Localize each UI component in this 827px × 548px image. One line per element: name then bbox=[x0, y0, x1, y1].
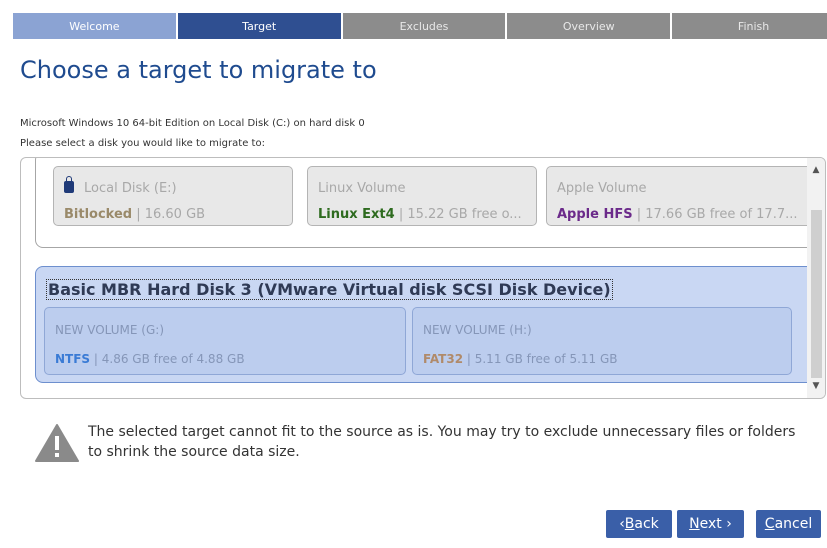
cancel-label: ancel bbox=[774, 516, 813, 532]
page-title: Choose a target to migrate to bbox=[20, 56, 377, 84]
select-prompt: Please select a disk you would like to m… bbox=[20, 138, 265, 149]
volume-fs-info: NTFS | 4.86 GB free of 4.88 GB bbox=[55, 352, 245, 366]
next-button[interactable]: Next › bbox=[677, 510, 744, 538]
vertical-scrollbar[interactable]: ▲ ▼ bbox=[807, 158, 825, 398]
chevron-down-icon[interactable]: ▼ bbox=[807, 378, 825, 394]
next-label: ext › bbox=[699, 516, 732, 532]
scroll-thumb[interactable] bbox=[811, 210, 822, 378]
source-info: Microsoft Windows 10 64-bit Edition on L… bbox=[20, 118, 365, 129]
volume-fs-info: FAT32 | 5.11 GB free of 5.11 GB bbox=[423, 352, 618, 366]
volume-fs-type: Linux Ext4 bbox=[318, 207, 395, 222]
back-button[interactable]: ‹ Back bbox=[606, 510, 672, 538]
chevron-up-icon[interactable]: ▲ bbox=[807, 162, 825, 178]
warning-icon bbox=[35, 424, 79, 462]
volume-local-disk-e[interactable]: Local Disk (E:) Bitlocked | 16.60 GB bbox=[53, 166, 293, 226]
volume-apple[interactable]: Apple Volume Apple HFS | 17.66 GB free o… bbox=[546, 166, 814, 226]
volume-name-text: Local Disk (E:) bbox=[84, 181, 177, 196]
step-target: Target bbox=[177, 13, 341, 39]
step-finish: Finish bbox=[672, 13, 827, 39]
step-overview: Overview bbox=[507, 13, 671, 39]
volume-fs-detail: | 5.11 GB free of 5.11 GB bbox=[463, 352, 618, 366]
disk-card-hard-disk-1[interactable]: Local Disk (E:) Bitlocked | 16.60 GB Lin… bbox=[35, 158, 819, 248]
volume-name: NEW VOLUME (H:) bbox=[423, 323, 532, 337]
disk-card-hard-disk-3-selected[interactable]: Basic MBR Hard Disk 3 (VMware Virtual di… bbox=[35, 266, 821, 383]
step-welcome: Welcome bbox=[13, 13, 176, 39]
back-label: ack bbox=[634, 516, 659, 532]
volume-fs-detail: | 15.22 GB free o... bbox=[394, 207, 522, 222]
cancel-button[interactable]: Cancel bbox=[756, 510, 821, 538]
volume-new-volume-h[interactable]: NEW VOLUME (H:) FAT32 | 5.11 GB free of … bbox=[412, 307, 792, 375]
volume-name: Linux Volume bbox=[318, 181, 406, 196]
volume-name: Apple Volume bbox=[557, 181, 647, 196]
volume-name: NEW VOLUME (G:) bbox=[55, 323, 165, 337]
step-excludes: Excludes bbox=[342, 13, 506, 39]
volume-fs-type: NTFS bbox=[55, 352, 91, 366]
volume-name: Local Disk (E:) bbox=[64, 176, 177, 196]
volume-fs-info: Bitlocked | 16.60 GB bbox=[64, 207, 205, 222]
volume-fs-detail: | 4.86 GB free of 4.88 GB bbox=[90, 352, 245, 366]
volume-fs-detail: | 17.66 GB free of 17.7... bbox=[632, 207, 798, 222]
volume-linux[interactable]: Linux Volume Linux Ext4 | 15.22 GB free … bbox=[307, 166, 537, 226]
cancel-accesskey: C bbox=[764, 516, 775, 532]
volume-fs-info: Apple HFS | 17.66 GB free of 17.7... bbox=[557, 207, 798, 222]
volume-new-volume-g[interactable]: NEW VOLUME (G:) NTFS | 4.86 GB free of 4… bbox=[44, 307, 406, 375]
disk-list-panel[interactable]: Local Disk (E:) Bitlocked | 16.60 GB Lin… bbox=[20, 157, 826, 399]
disk-title: Basic MBR Hard Disk 3 (VMware Virtual di… bbox=[46, 279, 613, 300]
volume-fs-info: Linux Ext4 | 15.22 GB free o... bbox=[318, 207, 522, 222]
warning-message: The selected target cannot fit to the so… bbox=[88, 424, 796, 460]
volume-fs-type: Bitlocked bbox=[64, 207, 133, 222]
next-accesskey: N bbox=[689, 516, 700, 532]
wizard-steps: Welcome Target Excludes Overview Finish bbox=[13, 13, 827, 39]
volume-fs-type: FAT32 bbox=[423, 352, 464, 366]
volume-fs-type: Apple HFS bbox=[557, 207, 633, 222]
back-accesskey: B bbox=[624, 516, 635, 532]
volume-fs-detail: | 16.60 GB bbox=[132, 207, 206, 222]
lock-icon bbox=[64, 176, 74, 193]
